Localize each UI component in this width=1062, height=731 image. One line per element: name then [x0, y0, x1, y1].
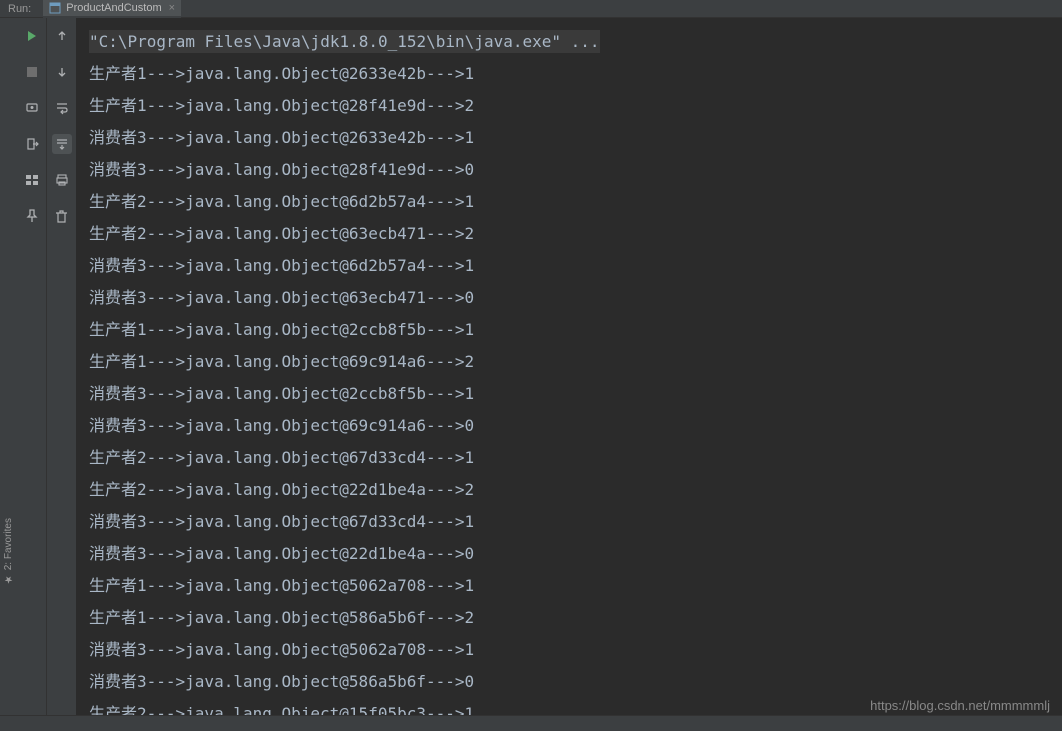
console-command-line: "C:\Program Files\Java\jdk1.8.0_152\bin\…	[89, 26, 1050, 58]
clear-all-button[interactable]	[52, 206, 72, 226]
exit-button[interactable]	[22, 134, 42, 154]
console-line: 消费者3--->java.lang.Object@6d2b57a4--->1	[89, 250, 1050, 282]
favorites-tool-button[interactable]: ★ 2: Favorites	[3, 518, 14, 584]
run-config-tab[interactable]: ProductAndCustom ×	[43, 0, 181, 18]
console-output[interactable]: "C:\Program Files\Java\jdk1.8.0_152\bin\…	[77, 18, 1062, 715]
console-line: 生产者1--->java.lang.Object@2ccb8f5b--->1	[89, 314, 1050, 346]
rerun-button[interactable]	[22, 26, 42, 46]
soft-wrap-button[interactable]	[52, 98, 72, 118]
tab-label: ProductAndCustom	[66, 2, 161, 14]
console-line: 生产者2--->java.lang.Object@63ecb471--->2	[89, 218, 1050, 250]
console-line: 消费者3--->java.lang.Object@67d33cd4--->1	[89, 506, 1050, 538]
up-button[interactable]	[52, 26, 72, 46]
console-line: 消费者3--->java.lang.Object@28f41e9d--->0	[89, 154, 1050, 186]
run-actions-column	[17, 18, 47, 715]
console-line: 生产者2--->java.lang.Object@6d2b57a4--->1	[89, 186, 1050, 218]
run-tool-window-header: Run: ProductAndCustom ×	[0, 0, 1062, 18]
favorites-label: 2: Favorites	[3, 518, 14, 570]
console-line: 生产者1--->java.lang.Object@69c914a6--->2	[89, 346, 1050, 378]
console-line: 消费者3--->java.lang.Object@69c914a6--->0	[89, 410, 1050, 442]
console-line: 生产者1--->java.lang.Object@5062a708--->1	[89, 570, 1050, 602]
main-area: ★ 2: Favorites	[0, 18, 1062, 715]
close-icon[interactable]: ×	[169, 2, 175, 14]
down-button[interactable]	[52, 62, 72, 82]
application-icon	[49, 2, 61, 14]
pin-button[interactable]	[22, 206, 42, 226]
scroll-to-end-button[interactable]	[52, 134, 72, 154]
console-actions-column	[47, 18, 77, 715]
console-line: 消费者3--->java.lang.Object@5062a708--->1	[89, 634, 1050, 666]
run-label: Run:	[8, 3, 31, 15]
console-content: "C:\Program Files\Java\jdk1.8.0_152\bin\…	[77, 18, 1062, 715]
console-line: 消费者3--->java.lang.Object@586a5b6f--->0	[89, 666, 1050, 698]
layout-button[interactable]	[22, 170, 42, 190]
console-line: 生产者1--->java.lang.Object@2633e42b--->1	[89, 58, 1050, 90]
watermark-text: https://blog.csdn.net/mmmmmlj	[870, 698, 1050, 713]
star-icon: ★	[3, 573, 14, 584]
console-line: 消费者3--->java.lang.Object@63ecb471--->0	[89, 282, 1050, 314]
left-sidebar: ★ 2: Favorites	[0, 18, 17, 715]
console-line: 消费者3--->java.lang.Object@2633e42b--->1	[89, 122, 1050, 154]
stop-button[interactable]	[22, 62, 42, 82]
status-bar	[0, 715, 1062, 731]
console-line: 生产者1--->java.lang.Object@28f41e9d--->2	[89, 90, 1050, 122]
console-line: 生产者2--->java.lang.Object@67d33cd4--->1	[89, 442, 1050, 474]
console-line: 消费者3--->java.lang.Object@22d1be4a--->0	[89, 538, 1050, 570]
dump-threads-button[interactable]	[22, 98, 42, 118]
print-button[interactable]	[52, 170, 72, 190]
console-line: 消费者3--->java.lang.Object@2ccb8f5b--->1	[89, 378, 1050, 410]
console-line: 生产者2--->java.lang.Object@22d1be4a--->2	[89, 474, 1050, 506]
console-line: 生产者1--->java.lang.Object@586a5b6f--->2	[89, 602, 1050, 634]
